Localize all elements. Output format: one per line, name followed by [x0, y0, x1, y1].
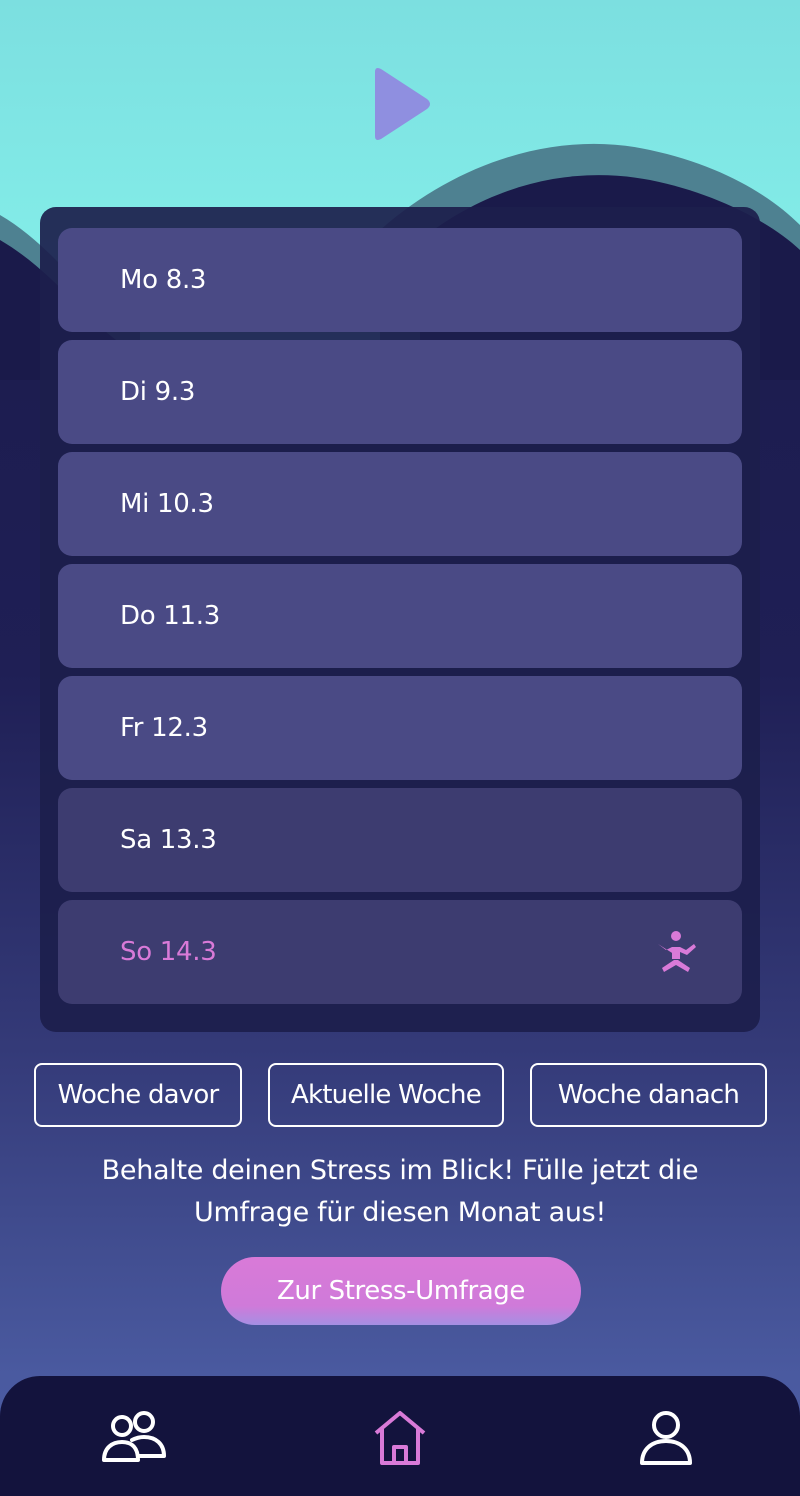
nav-profile[interactable] [626, 1406, 706, 1470]
nav-community[interactable] [94, 1406, 174, 1470]
day-label: So 14.3 [120, 937, 217, 967]
week-days-panel: Mo 8.3 Di 9.3 Mi 10.3 Do 11.3 Fr 12.3 Sa… [40, 207, 760, 1032]
bottom-navigation [0, 1376, 800, 1496]
home-icon [374, 1411, 426, 1465]
day-row-sunday[interactable]: So 14.3 [58, 900, 742, 1004]
next-week-button[interactable]: Woche danach [530, 1063, 767, 1127]
profile-icon [640, 1411, 692, 1465]
previous-week-button[interactable]: Woche davor [34, 1063, 242, 1127]
nav-home[interactable] [360, 1406, 440, 1470]
stress-survey-button[interactable]: Zur Stress-Umfrage [221, 1257, 581, 1325]
day-row-friday[interactable]: Fr 12.3 [58, 676, 742, 780]
day-label: Di 9.3 [120, 377, 196, 407]
reminder-line-2: Umfrage für diesen Monat aus! [194, 1197, 606, 1228]
day-label: Fr 12.3 [120, 713, 208, 743]
community-icon [102, 1411, 166, 1462]
day-label: Mo 8.3 [120, 265, 207, 295]
reminder-line-1: Behalte deinen Stress im Blick! Fülle je… [101, 1155, 699, 1186]
current-week-button[interactable]: Aktuelle Woche [268, 1063, 504, 1127]
day-row-monday[interactable]: Mo 8.3 [58, 228, 742, 332]
play-button[interactable] [360, 62, 440, 146]
day-label: Do 11.3 [120, 601, 220, 631]
play-icon [375, 68, 430, 140]
day-row-thursday[interactable]: Do 11.3 [58, 564, 742, 668]
day-label: Sa 13.3 [120, 825, 217, 855]
survey-reminder-text: Behalte deinen Stress im Blick! Fülle je… [40, 1150, 760, 1234]
day-label: Mi 10.3 [120, 489, 214, 519]
day-row-saturday[interactable]: Sa 13.3 [58, 788, 742, 892]
meditation-icon [658, 931, 696, 972]
day-row-wednesday[interactable]: Mi 10.3 [58, 452, 742, 556]
day-row-tuesday[interactable]: Di 9.3 [58, 340, 742, 444]
